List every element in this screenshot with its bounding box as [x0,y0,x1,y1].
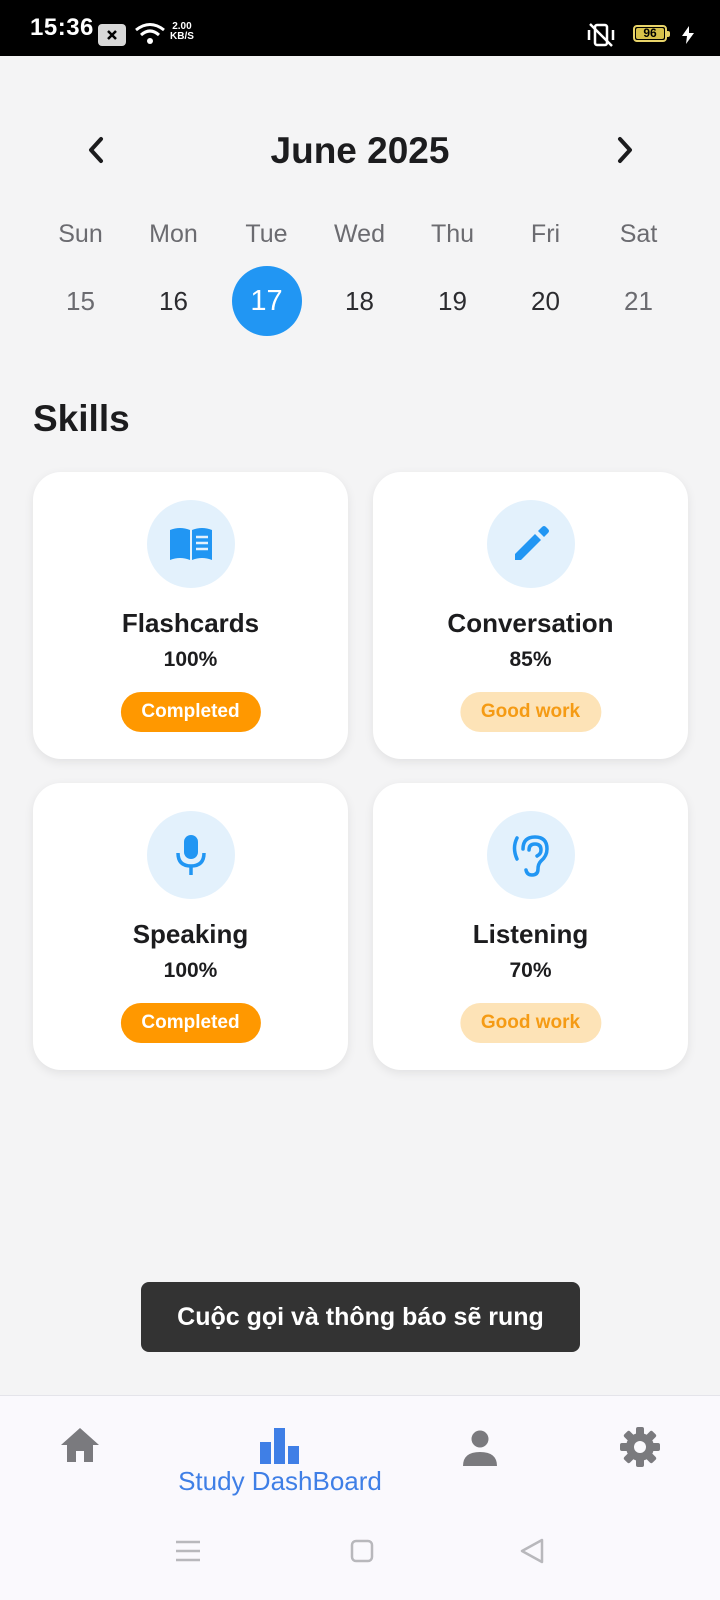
back-icon[interactable] [520,1538,544,1564]
battery-level: 96 [643,26,657,40]
network-speed: 2.00 KB/S [170,22,194,42]
weekday-label: Sun [58,220,103,248]
nav-study-dashboard[interactable]: Study DashBoard [160,1396,400,1508]
skill-icon-badge [487,811,575,899]
network-speed-unit: KB/S [170,31,194,42]
day-cell[interactable]: 15 [34,266,127,336]
status-badge: Good work [459,692,602,732]
day-cell[interactable]: 20 [499,266,592,336]
nav-label: Study DashBoard [178,1466,382,1496]
status-badge: Completed [120,692,261,732]
battery-indicator: 96 [633,25,670,42]
skill-name: Conversation [447,608,614,638]
calendar-header: June 2025 [0,122,720,178]
microphone-icon [176,835,206,875]
status-badge: Completed [120,1003,261,1043]
ear-icon [512,835,549,877]
wifi-icon [134,22,166,51]
selected-day-label: 17 [231,266,302,336]
nav-settings[interactable] [600,1396,680,1508]
pencil-icon [515,526,549,560]
skill-name: Flashcards [121,608,260,638]
weekday-label: Sat [619,220,658,248]
skill-card-listening[interactable]: Listening 70% Good work [373,783,688,1070]
day-row: 15 16 17 18 19 20 21 [34,266,686,336]
home-button-icon[interactable] [350,1539,374,1563]
skills-heading: Skills [33,398,130,439]
skill-card-conversation[interactable]: Conversation 85% Good work [373,472,688,759]
notification-icon [98,24,126,51]
vibrate-off-icon [586,22,616,53]
book-icon [170,528,212,560]
status-time: 15:36 [30,14,94,41]
skill-icon-badge [147,811,235,899]
day-cell[interactable]: 19 [406,266,499,336]
weekday-label: Fri [530,220,561,248]
skill-percent: 100% [163,959,218,982]
skill-name: Speaking [132,919,249,949]
settings-gear-icon [620,1427,660,1467]
system-navigation-bar [0,1507,720,1600]
skill-icon-badge [487,500,575,588]
skill-percent: 85% [509,648,552,671]
status-badge: Good work [459,1003,602,1043]
skill-name: Listening [472,919,589,949]
weekday-label: Tue [245,220,288,248]
recent-apps-icon[interactable] [175,1540,201,1562]
chevron-right-icon [618,137,632,163]
home-icon [61,1428,99,1462]
nav-home[interactable] [40,1396,120,1508]
day-cell-selected[interactable]: 17 [220,266,313,336]
bottom-navigation: Study DashBoard [0,1395,720,1508]
weekday-label: Thu [430,220,475,248]
skill-card-flashcards[interactable]: Flashcards 100% Completed [33,472,348,759]
skill-percent: 100% [163,648,218,671]
day-cell[interactable]: 18 [313,266,406,336]
bar-chart-icon [260,1428,299,1464]
next-month-button[interactable] [603,128,647,172]
weekday-row: Sun Mon Tue Wed Thu Fri Sat [34,220,686,249]
charging-bolt-icon [682,26,694,49]
status-bar: 15:36 2.00 KB/S 96 [0,0,720,56]
nav-profile[interactable] [440,1396,520,1508]
skill-icon-badge [147,500,235,588]
skill-card-speaking[interactable]: Speaking 100% Completed [33,783,348,1070]
weekday-label: Mon [149,220,198,248]
day-cell[interactable]: 16 [127,266,220,336]
weekday-label: Wed [334,220,385,248]
person-icon [463,1430,497,1466]
toast-message: Cuộc gọi và thông báo sẽ rung [141,1282,580,1352]
skill-percent: 70% [509,959,552,982]
day-cell[interactable]: 21 [592,266,685,336]
